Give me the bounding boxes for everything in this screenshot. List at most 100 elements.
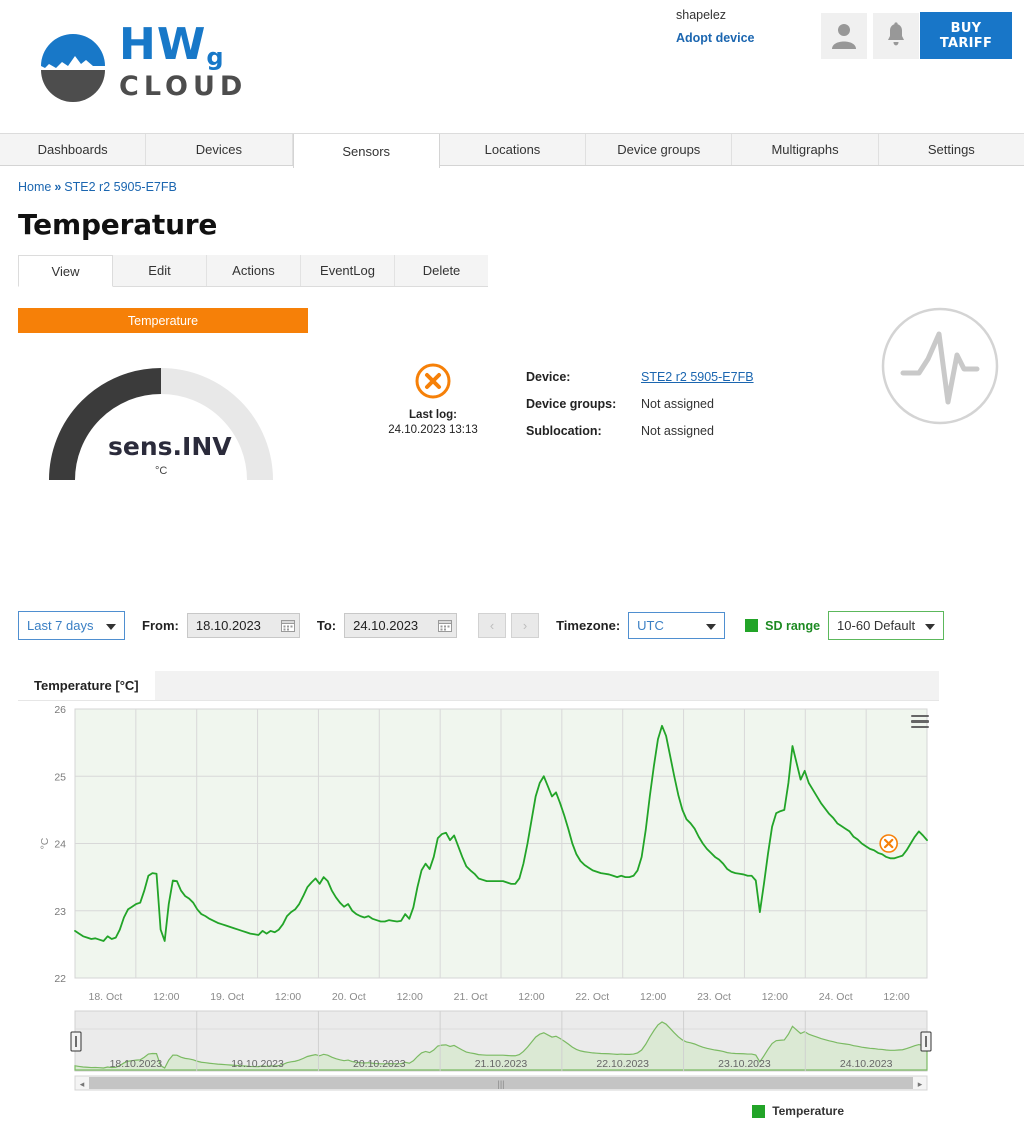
x-axis-tick: 12:00	[518, 991, 544, 1003]
x-axis-tick: 12:00	[640, 991, 666, 1003]
nav-tab-locations[interactable]: Locations	[440, 134, 587, 165]
bell-icon	[885, 21, 907, 51]
page-header: HWg CLOUD shapelez Adopt device BUY TARI…	[0, 0, 1024, 133]
breadcrumb-home[interactable]: Home	[18, 180, 51, 194]
logo-hw-text: HWg	[119, 19, 225, 72]
calendar-icon	[280, 619, 295, 632]
legend-label-temperature[interactable]: Temperature	[772, 1104, 844, 1118]
chart-tabbar: Temperature [°C]	[18, 671, 939, 701]
sd-range-select[interactable]: 10-60 Default	[828, 611, 945, 640]
notifications-button[interactable]	[873, 13, 919, 59]
scrollbar-grip: |||	[497, 1079, 504, 1089]
nav-tab-device-groups[interactable]: Device groups	[586, 134, 733, 165]
nav-tab-multigraphs[interactable]: Multigraphs	[732, 134, 879, 165]
chart-controls-bar: Last 7 days From: 18.10.2023 To: 24.10.2…	[18, 611, 1006, 640]
to-date-value: 24.10.2023	[353, 618, 419, 633]
sd-range-select-value: 10-60 Default	[837, 618, 916, 633]
nav-tab-settings[interactable]: Settings	[879, 134, 1024, 165]
previous-period-button[interactable]: ‹	[478, 613, 507, 638]
gauge-value: sens.INV	[108, 432, 232, 461]
breadcrumb-separator: »	[54, 180, 62, 194]
user-block: shapelez Adopt device	[676, 6, 796, 45]
chart-context-menu-button[interactable]	[911, 715, 929, 729]
x-axis-tick: 12:00	[883, 991, 909, 1003]
error-x-circle-icon	[414, 362, 452, 400]
chevron-down-icon	[706, 623, 717, 630]
nav-tab-devices[interactable]: Devices	[146, 134, 293, 165]
subtab-delete[interactable]: Delete	[395, 255, 488, 286]
chart-tab-temperature[interactable]: Temperature [°C]	[18, 671, 155, 700]
y-axis-tick: 23	[54, 906, 66, 918]
date-range-select[interactable]: Last 7 days	[18, 611, 125, 640]
from-date-value: 18.10.2023	[195, 618, 261, 633]
gauge-unit: °C	[155, 465, 168, 477]
nav-tab-dashboards[interactable]: Dashboards	[0, 134, 147, 165]
x-axis-tick: 12:00	[762, 991, 788, 1003]
last-log-time: 24.10.2023 13:13	[388, 424, 478, 436]
subtab-eventlog[interactable]: EventLog	[301, 255, 395, 286]
navigator-date-label: 18.10.2023	[110, 1058, 163, 1070]
next-period-button[interactable]: ›	[511, 613, 540, 638]
device-info-key: Sublocation:	[526, 424, 602, 438]
navigator-date-label: 21.10.2023	[475, 1058, 528, 1070]
device-info-key: Device groups:	[526, 397, 617, 411]
brand-logo[interactable]: HWg CLOUD	[37, 22, 247, 104]
navigator-handle-right[interactable]	[920, 1031, 932, 1052]
y-axis-tick: 26	[54, 704, 66, 716]
device-info-table: Device: STE2 r2 5905-E7FB Device groups: No…	[526, 370, 754, 451]
breadcrumb: Home» STE2 r2 5905-E7FB	[18, 180, 1024, 194]
device-info-row: Device: STE2 r2 5905-E7FB	[526, 370, 754, 384]
subtab-actions[interactable]: Actions	[207, 255, 301, 286]
temperature-line-chart[interactable]: 22 23 24 25 26 18. Oct 12:00 19. Oct 12:00 20. Oc…	[18, 701, 939, 1096]
scrollbar-left-arrow[interactable]: ◂	[80, 1079, 85, 1089]
y-axis-tick: 24	[54, 839, 66, 851]
date-range-select-value: Last 7 days	[27, 618, 94, 633]
chart-panel: Temperature [°C] 22 23 24 25 26 18. Oct 12:00 1…	[18, 671, 939, 1126]
chart-legend: Temperature	[752, 1104, 844, 1118]
logo-cloud-text: CLOUD	[119, 71, 248, 102]
timezone-select[interactable]: UTC	[628, 612, 726, 639]
navigator-date-label: 22.10.2023	[596, 1058, 649, 1070]
x-axis-tick: 21. Oct	[454, 991, 488, 1003]
from-date-input[interactable]: 18.10.2023	[186, 613, 300, 638]
chevron-down-icon	[106, 623, 116, 630]
to-date-input[interactable]: 24.10.2023	[344, 613, 458, 638]
adopt-device-link[interactable]: Adopt device	[676, 31, 796, 45]
x-axis-tick: 12:00	[153, 991, 179, 1003]
chevron-down-icon	[925, 623, 936, 630]
user-icon	[831, 21, 857, 52]
to-label: To:	[316, 618, 337, 633]
x-axis-tick: 12:00	[397, 991, 423, 1003]
sd-range-swatch	[745, 619, 759, 632]
x-axis-tick: 18. Oct	[88, 991, 122, 1003]
navigator-date-label: 24.10.2023	[840, 1058, 893, 1070]
navigator-handle-left[interactable]	[70, 1031, 82, 1052]
x-axis-tick: 23. Oct	[697, 991, 731, 1003]
breadcrumb-current[interactable]: STE2 r2 5905-E7FB	[64, 180, 177, 194]
navigator-date-label: 23.10.2023	[718, 1058, 771, 1070]
x-axis-tick: 20. Oct	[332, 991, 366, 1003]
buy-tariff-button[interactable]: BUY TARIFF	[920, 12, 1012, 59]
scrollbar-right-arrow[interactable]: ▸	[918, 1079, 923, 1089]
timezone-label: Timezone:	[556, 618, 621, 633]
device-info-value[interactable]: STE2 r2 5905-E7FB	[641, 370, 754, 384]
last-log-label: Last log:	[409, 409, 457, 421]
y-axis-tick: 25	[54, 771, 66, 783]
device-link[interactable]: STE2 r2 5905-E7FB	[641, 370, 754, 384]
account-button[interactable]	[821, 13, 867, 59]
calendar-icon	[438, 619, 453, 632]
x-axis-tick: 22. Oct	[575, 991, 609, 1003]
legend-swatch-temperature	[752, 1104, 766, 1118]
subtab-edit[interactable]: Edit	[113, 255, 207, 286]
y-axis-title: °C	[39, 837, 51, 849]
x-axis-tick: 19. Oct	[210, 991, 244, 1003]
error-marker-icon[interactable]	[879, 834, 898, 853]
page-title: Temperature	[18, 208, 218, 241]
user-name: shapelez	[676, 8, 727, 22]
sd-range-label: SD range	[765, 618, 821, 633]
nav-tab-sensors[interactable]: Sensors	[292, 134, 440, 168]
from-label: From:	[142, 618, 179, 633]
subtab-view[interactable]: View	[18, 255, 113, 287]
device-info-row: Sublocation: Not assigned	[526, 424, 754, 438]
sensor-selector-temperature[interactable]: Temperature	[18, 308, 308, 333]
